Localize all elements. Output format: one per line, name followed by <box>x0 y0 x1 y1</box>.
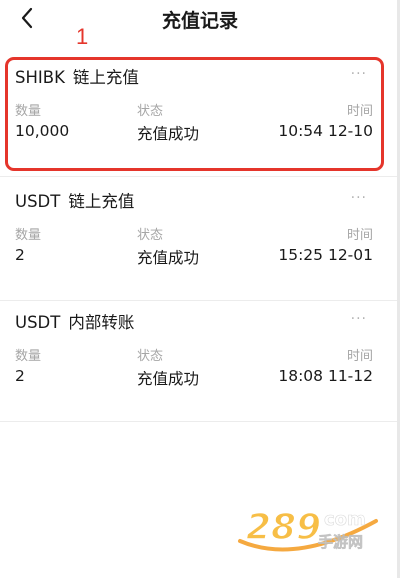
record-item[interactable]: USDT 内部转账 ··· 数量 状态 时间 2 充值成功 18:08 11-12 <box>0 299 397 422</box>
status-value: 充值成功 <box>137 249 200 267</box>
highlight-box <box>5 57 384 171</box>
time-label: 时间 <box>346 349 373 364</box>
quantity-label: 数量 <box>15 349 42 364</box>
record-title: USDT 内部转账 <box>15 309 134 333</box>
record-symbol: USDT <box>15 313 61 332</box>
record-title: USDT 链上充值 <box>15 188 134 212</box>
time-value: 18:08 11-12 <box>278 367 373 385</box>
header-bar: 充值记录 <box>0 0 400 40</box>
more-icon[interactable]: ··· <box>351 190 367 206</box>
quantity-value: 2 <box>15 246 25 264</box>
record-symbol: USDT <box>15 192 61 211</box>
record-type: 内部转账 <box>68 313 135 332</box>
watermark-logo: 289 com 手游网 <box>226 495 386 573</box>
svg-text:手游网: 手游网 <box>318 533 363 551</box>
time-label: 时间 <box>346 228 373 243</box>
quantity-label: 数量 <box>15 228 42 243</box>
more-icon[interactable]: ··· <box>351 311 367 327</box>
status-label: 状态 <box>137 349 164 364</box>
page-title: 充值记录 <box>161 10 238 32</box>
annotation-number: 1 <box>76 24 89 49</box>
status-value: 充值成功 <box>137 370 200 388</box>
quantity-value: 2 <box>15 367 25 385</box>
svg-text:289: 289 <box>246 507 321 548</box>
svg-text:com: com <box>324 509 366 530</box>
record-item[interactable]: USDT 链上充值 ··· 数量 状态 时间 2 充值成功 15:25 12-01 <box>0 178 397 301</box>
time-value: 15:25 12-01 <box>278 246 373 264</box>
record-type: 链上充值 <box>68 192 135 211</box>
status-label: 状态 <box>137 228 164 243</box>
